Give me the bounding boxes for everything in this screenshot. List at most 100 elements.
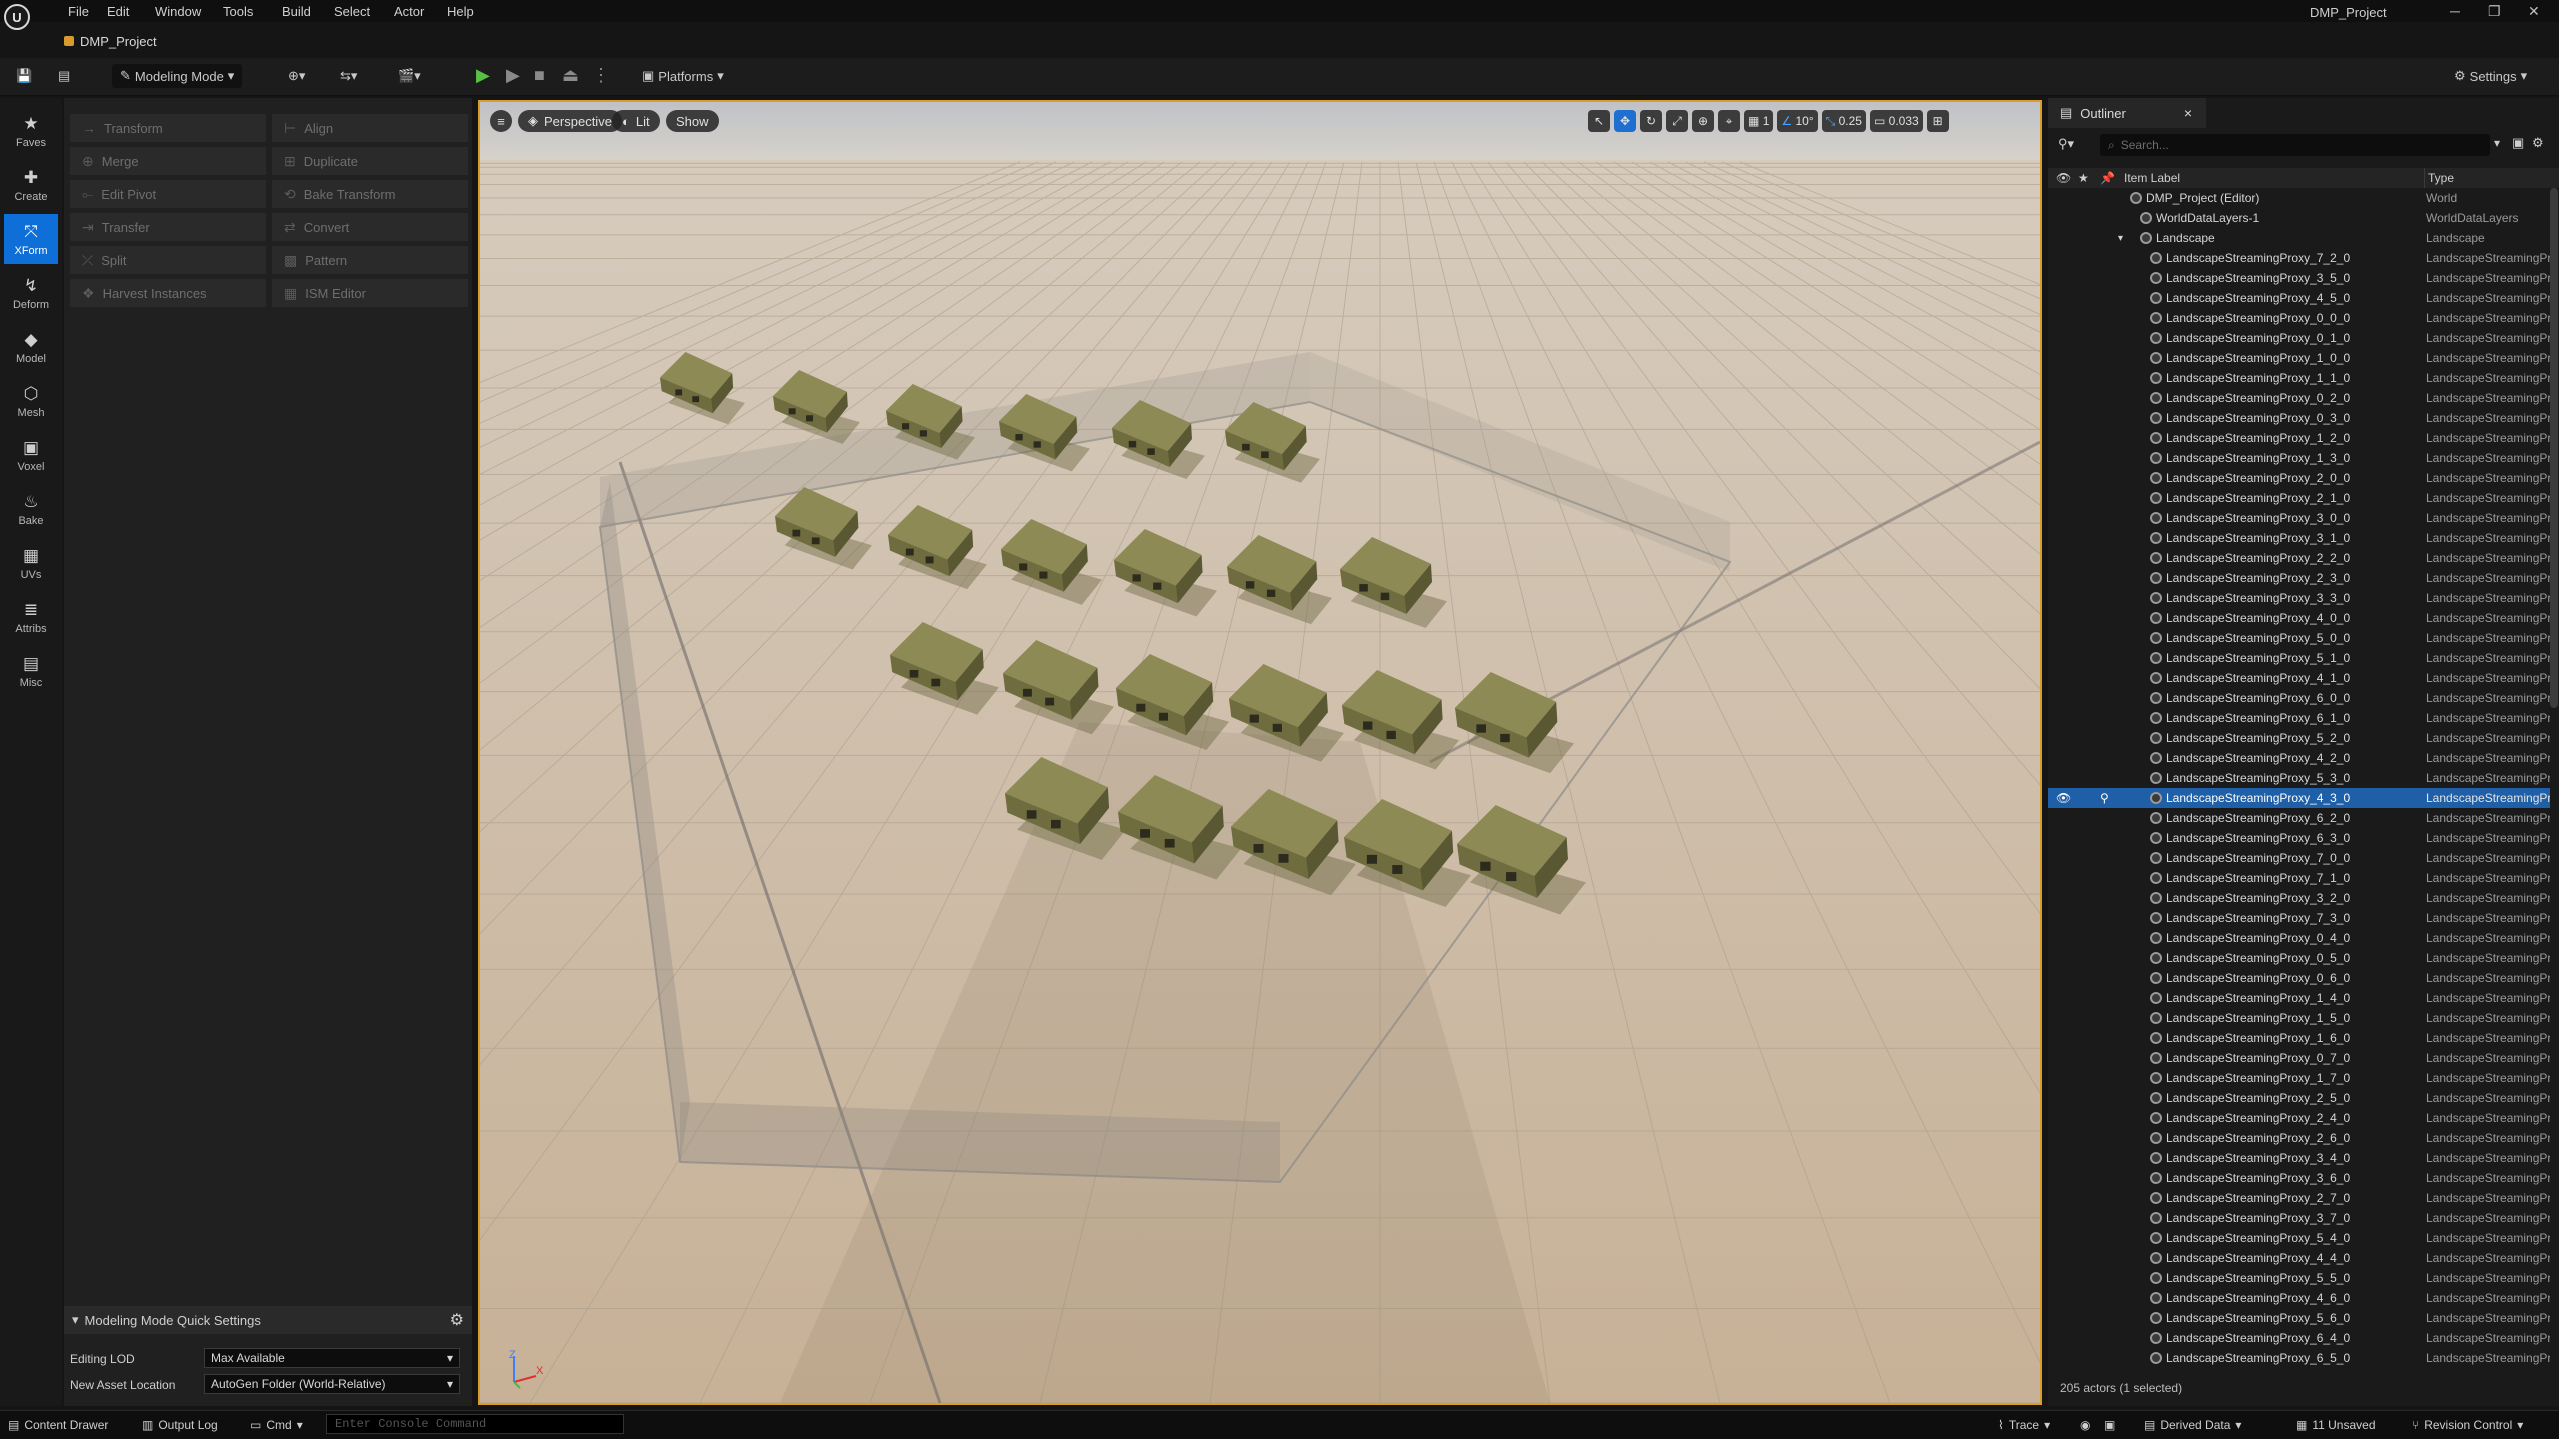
merge-tool-button[interactable]: ⊕ Merge (70, 147, 266, 175)
outliner-tab[interactable]: ▤ Outliner × (2048, 98, 2206, 128)
outliner-row[interactable]: LandscapeStreamingProxy_3_1_0 LandscapeSt… (2048, 528, 2550, 548)
menu-edit[interactable]: Edit (107, 4, 129, 19)
maximize-viewport-icon[interactable]: ⊞ (1926, 110, 1949, 132)
revision-control-button[interactable]: ⑂ Revision Control ▾ (2412, 1418, 2523, 1432)
outliner-row[interactable]: LandscapeStreamingProxy_1_4_0 LandscapeSt… (2048, 988, 2550, 1008)
transform-tool-button[interactable]: → Transform (70, 114, 266, 142)
select-icon[interactable]: ↖ (1588, 110, 1610, 132)
menu-actor[interactable]: Actor (394, 4, 424, 19)
outliner-row[interactable]: LandscapeStreamingProxy_1_5_0 LandscapeSt… (2048, 1008, 2550, 1028)
unsaved-button[interactable]: ▦ 11 Unsaved (2296, 1418, 2376, 1432)
outliner-row[interactable]: LandscapeStreamingProxy_4_6_0 LandscapeSt… (2048, 1288, 2550, 1308)
outliner-row[interactable]: LandscapeStreamingProxy_6_4_0 LandscapeSt… (2048, 1328, 2550, 1348)
translate-icon[interactable]: ✥ (1614, 110, 1636, 132)
menu-select[interactable]: Select (334, 4, 370, 19)
mode-misc[interactable]: ▤ Misc (4, 646, 58, 696)
add-actor-icon[interactable]: ⊕▾ (288, 64, 305, 88)
expand-arrow-icon[interactable]: ▾ (2118, 233, 2123, 244)
menu-window[interactable]: Window (155, 4, 201, 19)
outliner-row[interactable]: LandscapeStreamingProxy_0_6_0 LandscapeSt… (2048, 968, 2550, 988)
hamburger-menu-icon[interactable]: ≡ (490, 110, 512, 132)
save-icon[interactable]: 💾 (16, 64, 32, 88)
console-input[interactable]: Enter Console Command (326, 1414, 624, 1434)
outliner-row[interactable]: LandscapeStreamingProxy_1_7_0 LandscapeSt… (2048, 1068, 2550, 1088)
outliner-row[interactable]: LandscapeStreamingProxy_3_3_0 LandscapeSt… (2048, 588, 2550, 608)
mode-model[interactable]: ◆ Model (4, 322, 58, 372)
project-tab[interactable]: DMP_Project (64, 29, 157, 53)
mode-bake[interactable]: ♨ Bake (4, 484, 58, 534)
outliner-row[interactable]: LandscapeStreamingProxy_7_1_0 LandscapeSt… (2048, 868, 2550, 888)
convert-tool-button[interactable]: ⇄ Convert (272, 213, 468, 241)
outliner-row[interactable]: LandscapeStreamingProxy_4_5_0 LandscapeSt… (2048, 288, 2550, 308)
pin-icon[interactable]: 📌 (2100, 171, 2115, 185)
mode-create[interactable]: ✚ Create (4, 160, 58, 210)
outliner-row[interactable]: LandscapeStreamingProxy_3_0_0 LandscapeSt… (2048, 508, 2550, 528)
outliner-row[interactable]: LandscapeStreamingProxy_3_5_0 LandscapeSt… (2048, 268, 2550, 288)
menu-help[interactable]: Help (447, 4, 474, 19)
unreal-logo[interactable]: U (4, 4, 30, 30)
align-tool-button[interactable]: ⊢ Align (272, 114, 468, 142)
star-icon[interactable]: ★ (2078, 171, 2089, 185)
settings-button[interactable]: ⚙ Settings ▾ (2454, 64, 2527, 88)
derived-data-button[interactable]: ▤ Derived Data ▾ (2144, 1418, 2241, 1432)
world-local-icon[interactable]: ⊕ (1692, 110, 1714, 132)
mode-mesh[interactable]: ⬡ Mesh (4, 376, 58, 426)
stop-icon[interactable]: ■ (534, 65, 545, 86)
play-icon[interactable]: ▶ (476, 65, 490, 86)
ism-editor-tool-button[interactable]: ▦ ISM Editor (272, 279, 468, 307)
outliner-row[interactable]: LandscapeStreamingProxy_0_7_0 LandscapeSt… (2048, 1048, 2550, 1068)
outliner-row[interactable]: LandscapeStreamingProxy_6_2_0 LandscapeSt… (2048, 808, 2550, 828)
mode-faves[interactable]: ★ Faves (4, 106, 58, 156)
platforms-button[interactable]: ▣ Platforms ▾ (642, 64, 724, 88)
outliner-row[interactable]: LandscapeStreamingProxy_5_1_0 LandscapeSt… (2048, 648, 2550, 668)
harvest-instances-tool-button[interactable]: ❖ Harvest Instances (70, 279, 266, 307)
outliner-row[interactable]: LandscapeStreamingProxy_4_1_0 LandscapeSt… (2048, 668, 2550, 688)
editing-lod-select[interactable]: Max Available ▾ (204, 1348, 460, 1368)
bake-transform-tool-button[interactable]: ⟲ Bake Transform (272, 180, 468, 208)
mode-voxel[interactable]: ▣ Voxel (4, 430, 58, 480)
cinematics-icon[interactable]: 🎬▾ (398, 64, 421, 88)
menu-build[interactable]: Build (282, 4, 311, 19)
outliner-row[interactable]: WorldDataLayers-1 WorldDataLayers (2048, 208, 2550, 228)
outliner-row[interactable]: LandscapeStreamingProxy_0_0_0 LandscapeSt… (2048, 308, 2550, 328)
outliner-row[interactable]: LandscapeStreamingProxy_5_4_0 LandscapeSt… (2048, 1228, 2550, 1248)
outliner-row[interactable]: LandscapeStreamingProxy_4_0_0 LandscapeSt… (2048, 608, 2550, 628)
gear-icon[interactable]: ⚙ (2532, 135, 2544, 151)
close-button[interactable]: ✕ (2528, 3, 2540, 20)
camera-speed-button[interactable]: ▭ 0.033 (1869, 110, 1923, 132)
outliner-row[interactable]: LandscapeStreamingProxy_1_3_0 LandscapeSt… (2048, 448, 2550, 468)
more-options-icon[interactable]: ⋮ (592, 65, 610, 86)
filter-icon[interactable]: ⚲▾ (2058, 136, 2074, 152)
outliner-row[interactable]: LandscapeStreamingProxy_6_3_0 LandscapeSt… (2048, 828, 2550, 848)
outliner-row[interactable]: LandscapeStreamingProxy_2_2_0 LandscapeSt… (2048, 548, 2550, 568)
outliner-row[interactable]: LandscapeStreamingProxy_2_0_0 LandscapeSt… (2048, 468, 2550, 488)
menu-tools[interactable]: Tools (223, 4, 253, 19)
scale-icon[interactable]: ⤢ (1666, 110, 1688, 132)
pin-icon[interactable]: ⚲ (2100, 791, 2109, 805)
asset-location-select[interactable]: AutoGen Folder (World-Relative) ▾ (204, 1374, 460, 1394)
outliner-row[interactable]: LandscapeStreamingProxy_7_0_0 LandscapeSt… (2048, 848, 2550, 868)
outliner-row[interactable]: LandscapeStreamingProxy_2_1_0 LandscapeSt… (2048, 488, 2550, 508)
mode-uvs[interactable]: ▦ UVs (4, 538, 58, 588)
angle-snap-button[interactable]: ∠ 10° (1777, 110, 1818, 132)
mode-attribs[interactable]: ≣ Attribs (4, 592, 58, 642)
column-type[interactable]: Type (2428, 171, 2454, 185)
outliner-row[interactable]: LandscapeStreamingProxy_5_2_0 LandscapeSt… (2048, 728, 2550, 748)
restore-button[interactable]: ❐ (2488, 3, 2501, 20)
blueprint-icon[interactable]: ⇆▾ (340, 64, 357, 88)
browse-icon[interactable]: ▤ (58, 64, 70, 88)
edit-pivot-tool-button[interactable]: ⟜ Edit Pivot (70, 180, 266, 208)
lit-button[interactable]: ◐ Lit (612, 110, 660, 132)
gear-icon[interactable]: ⚙ (450, 1310, 464, 1330)
outliner-row[interactable]: LandscapeStreamingProxy_1_1_0 LandscapeSt… (2048, 368, 2550, 388)
outliner-row[interactable]: LandscapeStreamingProxy_2_4_0 LandscapeSt… (2048, 1108, 2550, 1128)
outliner-row[interactable]: 👁 ⚲ LandscapeStreamingProxy_4_3_0 Landscape… (2048, 788, 2550, 808)
outliner-row[interactable]: LandscapeStreamingProxy_5_6_0 LandscapeSt… (2048, 1308, 2550, 1328)
split-tool-button[interactable]: ⤫ Split (70, 246, 266, 274)
outliner-row[interactable]: LandscapeStreamingProxy_0_4_0 LandscapeSt… (2048, 928, 2550, 948)
outliner-row[interactable]: ▾ Landscape Landscape (2048, 228, 2550, 248)
outliner-row[interactable]: LandscapeStreamingProxy_4_4_0 LandscapeSt… (2048, 1248, 2550, 1268)
outliner-row[interactable]: LandscapeStreamingProxy_1_2_0 LandscapeSt… (2048, 428, 2550, 448)
menu-file[interactable]: File (68, 4, 89, 19)
record-icon[interactable]: ◉ (2080, 1418, 2090, 1432)
